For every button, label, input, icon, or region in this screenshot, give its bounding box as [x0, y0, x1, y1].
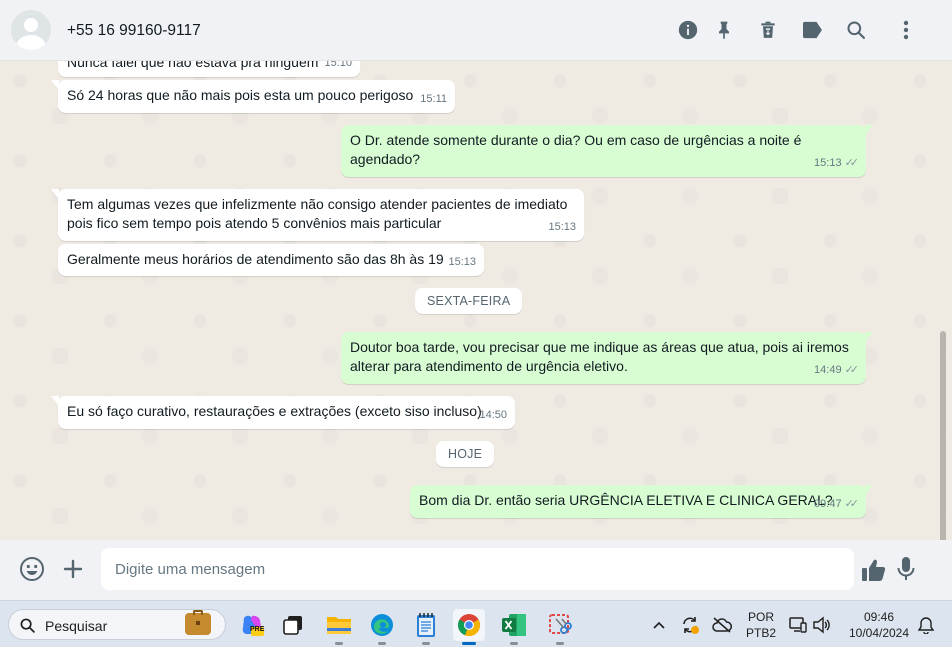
taskbar-notepad-icon[interactable] — [410, 609, 442, 645]
microphone-icon[interactable] — [892, 555, 920, 583]
message-time: 15:10 — [324, 61, 352, 69]
pin-icon[interactable] — [712, 18, 736, 42]
taskbar-snipping-tool-icon[interactable] — [544, 609, 576, 645]
taskbar-edge-icon[interactable] — [366, 609, 398, 645]
taskbar-excel-icon[interactable] — [498, 609, 530, 645]
notification-bell-icon[interactable] — [916, 615, 936, 635]
message-time: 15:13 — [448, 256, 476, 268]
show-hidden-icons-chevron-up-icon[interactable] — [649, 615, 669, 635]
message-time: 15:13 ✓✓ — [814, 154, 860, 173]
message-input[interactable] — [101, 548, 854, 590]
message-outgoing[interactable]: O Dr. atende somente durante o dia? Ou e… — [341, 125, 873, 177]
attach-plus-icon[interactable] — [59, 555, 87, 583]
input-language-indicator[interactable]: POR PTB2 — [744, 609, 778, 641]
emoji-icon[interactable] — [18, 555, 46, 583]
taskbar-search[interactable]: Pesquisar — [8, 609, 226, 640]
message-incoming[interactable]: Só 24 horas que não mais pois esta um po… — [51, 80, 455, 113]
menu-icon[interactable] — [894, 18, 918, 42]
thumbs-up-icon[interactable] — [860, 556, 888, 584]
message-time: 15:11 — [420, 93, 447, 105]
date-separator: SEXTA-FEIRA — [415, 288, 523, 314]
windows-taskbar: Pesquisar PRE POR PTB2 09:46 10/04/2024 — [0, 600, 952, 647]
volume-icon[interactable] — [812, 615, 832, 635]
taskbar-file-explorer-icon[interactable] — [323, 609, 355, 645]
message-incoming[interactable]: Eu só faço curativo, restaurações e extr… — [51, 396, 515, 429]
sync-icon[interactable] — [680, 615, 700, 635]
chat-area[interactable]: Nunca falei que não estava pra ninguém 1… — [0, 61, 952, 540]
label-icon[interactable] — [800, 18, 824, 42]
message-outgoing[interactable]: Bom dia Dr. então seria URGÊNCIA ELETIVA… — [410, 485, 873, 518]
delete-icon[interactable] — [756, 18, 780, 42]
message-outgoing[interactable]: Doutor boa tarde, vou precisar que me in… — [341, 332, 873, 384]
clock[interactable]: 09:46 10/04/2024 — [844, 609, 914, 641]
taskbar-task-view-icon[interactable] — [277, 609, 309, 641]
read-ticks-icon: ✓✓ — [844, 364, 860, 376]
search-label: Pesquisar — [45, 618, 108, 634]
message-time: 09:47 ✓✓ — [814, 495, 860, 514]
contact-name[interactable]: +55 16 99160-9117 — [67, 22, 201, 40]
taskbar-chrome-icon[interactable] — [453, 609, 485, 645]
search-icon — [20, 618, 35, 633]
search-icon[interactable] — [844, 18, 868, 42]
message-incoming[interactable]: Tem algumas vezes que infelizmente não c… — [51, 189, 584, 241]
read-ticks-icon: ✓✓ — [844, 157, 860, 169]
network-icon[interactable] — [788, 615, 808, 635]
read-ticks-icon: ✓✓ — [844, 498, 860, 510]
briefcase-icon — [185, 610, 211, 635]
contact-avatar[interactable] — [11, 10, 51, 50]
cloud-offline-icon[interactable] — [712, 615, 732, 635]
taskbar-copilot-icon[interactable]: PRE — [236, 609, 268, 641]
message-incoming[interactable]: Nunca falei que não estava pra ninguém 1… — [58, 61, 360, 77]
info-icon[interactable] — [676, 18, 700, 42]
message-composer — [0, 540, 952, 600]
message-incoming[interactable]: Geralmente meus horários de atendimento … — [58, 244, 484, 276]
chat-header: +55 16 99160-9117 — [0, 0, 952, 61]
message-time: 15:13 — [548, 221, 576, 233]
message-time: 14:50 — [479, 409, 507, 421]
chat-scrollbar[interactable] — [940, 331, 946, 540]
date-separator: HOJE — [436, 441, 495, 467]
message-time: 14:49 ✓✓ — [814, 361, 860, 380]
